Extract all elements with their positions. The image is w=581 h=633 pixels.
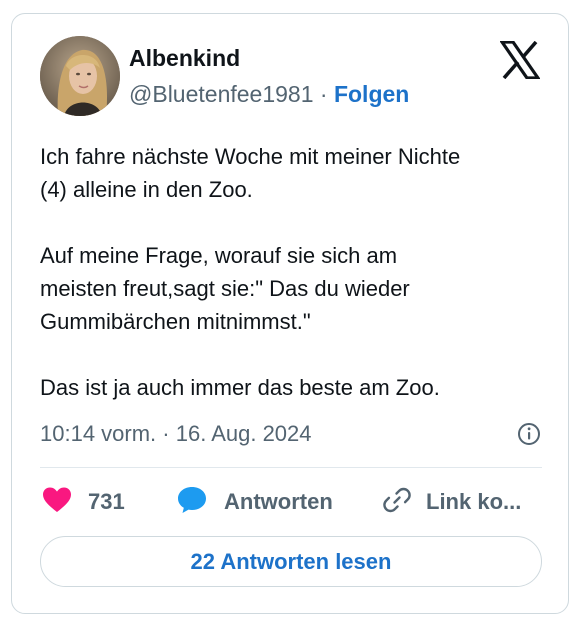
heart-icon [42, 486, 72, 519]
x-logo-icon[interactable] [498, 40, 542, 80]
tweet-line: Gummibärchen mitnimmst." [40, 309, 311, 334]
tweet-line: Auf meine Frage, worauf sie sich am [40, 243, 398, 268]
read-replies-button[interactable]: 22 Antworten lesen [40, 536, 542, 587]
info-icon[interactable] [516, 421, 542, 447]
tweet-line: meisten freut,sagt sie:" Das du wieder [40, 276, 410, 301]
action-bar: 731 Antworten Link ko... [40, 484, 550, 520]
tweet-card: Albenkind @Bluetenfee1981 · Folgen Ich f… [11, 13, 569, 614]
copy-link-button[interactable]: Link ko... [382, 484, 521, 520]
handle-separator: · [319, 81, 328, 107]
author-handle-line: @Bluetenfee1981 · Folgen [129, 80, 409, 108]
reply-label: Antworten [224, 489, 333, 514]
like-button[interactable]: 731 [42, 484, 125, 520]
author-display-name[interactable]: Albenkind [129, 44, 240, 72]
reply-button[interactable]: Antworten [176, 484, 333, 520]
tweet-text: Ich fahre nächste Woche mit meiner Nicht… [40, 140, 550, 404]
copy-link-label: Link ko... [426, 489, 522, 514]
tweet-line: Ich fahre nächste Woche mit meiner Nicht… [40, 144, 461, 169]
author-handle[interactable]: @Bluetenfee1981 [129, 81, 314, 107]
speech-bubble-icon [176, 485, 208, 520]
link-icon [382, 485, 412, 520]
divider [40, 467, 542, 468]
tweet-line: (4) alleine in den Zoo. [40, 177, 253, 202]
follow-link[interactable]: Folgen [334, 81, 409, 107]
like-count: 731 [88, 489, 125, 514]
avatar[interactable] [40, 36, 120, 116]
timestamp-row: 10:14 vorm. · 16. Aug. 2024 [40, 418, 542, 450]
tweet-line: Das ist ja auch immer das beste am Zoo. [40, 375, 440, 400]
tweet-timestamp[interactable]: 10:14 vorm. · 16. Aug. 2024 [40, 420, 312, 448]
